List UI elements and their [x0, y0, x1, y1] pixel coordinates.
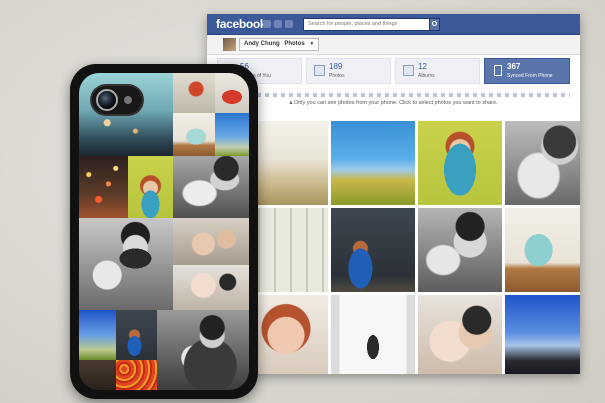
privacy-notice: 🔒︎ Only you can see photos from your pho… [207, 100, 580, 107]
facebook-logo[interactable]: facebook [216, 17, 267, 31]
camera-module [92, 86, 142, 114]
photo-tile [173, 218, 249, 265]
tab-count: 189 [329, 62, 343, 71]
profile-name: Andy Chung [244, 41, 280, 47]
photo-tile [79, 218, 173, 310]
avatar[interactable] [223, 38, 236, 51]
divider [217, 93, 570, 97]
photo-tile[interactable] [418, 295, 502, 374]
photo-tabs: 56 Photos of You 189 Photos 12 Albums 36… [217, 58, 570, 84]
photos-icon [314, 65, 325, 76]
tab-count: 367 [507, 62, 521, 71]
photo-tile[interactable] [418, 121, 502, 205]
photo-tile [173, 73, 215, 113]
photo-tile[interactable] [331, 121, 415, 205]
section-name: Photos [284, 41, 305, 47]
photo-tile[interactable] [505, 295, 580, 374]
photo-tile[interactable] [418, 208, 502, 292]
tab-label: Albums [418, 73, 435, 79]
breadcrumb[interactable]: Andy Chung Photos ▼ [239, 38, 320, 51]
messages-icon[interactable] [274, 20, 282, 28]
photo-tile [79, 360, 116, 390]
flash-icon [124, 96, 132, 104]
photo-tile [173, 156, 249, 218]
notifications-icon[interactable] [285, 20, 293, 28]
tab-photos[interactable]: 189 Photos [306, 58, 391, 84]
search-input[interactable]: Search for people, places and things [303, 18, 437, 31]
camera-lens-icon [96, 89, 118, 111]
photo-tile [173, 113, 215, 156]
tab-count: 12 [418, 62, 427, 71]
photo-tile [79, 156, 128, 218]
photo-tile[interactable] [505, 121, 580, 205]
albums-icon [403, 65, 414, 76]
chevron-down-icon: ▼ [309, 41, 315, 47]
tab-albums[interactable]: 12 Albums [395, 58, 480, 84]
photo-tile [116, 360, 157, 390]
facebook-window: facebook Search for people, places and t… [207, 14, 580, 374]
photo-tile [215, 113, 249, 156]
tab-synced-from-phone[interactable]: 367 Synced From Phone [484, 58, 570, 84]
phone-case-collage [79, 73, 249, 390]
tab-label: Synced From Phone [507, 73, 553, 79]
notice-text: Only you can see photos from your phone.… [293, 100, 498, 106]
photo-tile [157, 310, 249, 390]
photo-tile [215, 73, 249, 113]
photo-tile [79, 310, 116, 360]
photo-tile[interactable] [505, 208, 580, 292]
friend-requests-icon[interactable] [263, 20, 271, 28]
photo-tile [116, 310, 157, 360]
photo-tile[interactable] [331, 208, 415, 292]
phone-icon [494, 65, 502, 76]
top-bar: facebook Search for people, places and t… [207, 14, 580, 35]
photo-tile[interactable] [331, 295, 415, 374]
photo-tile [128, 156, 173, 218]
profile-bar: Andy Chung Photos ▼ [207, 35, 580, 55]
tab-label: Photos [329, 73, 345, 79]
phone-case [70, 64, 258, 399]
photo-tile [173, 265, 249, 310]
search-icon[interactable] [429, 18, 440, 31]
